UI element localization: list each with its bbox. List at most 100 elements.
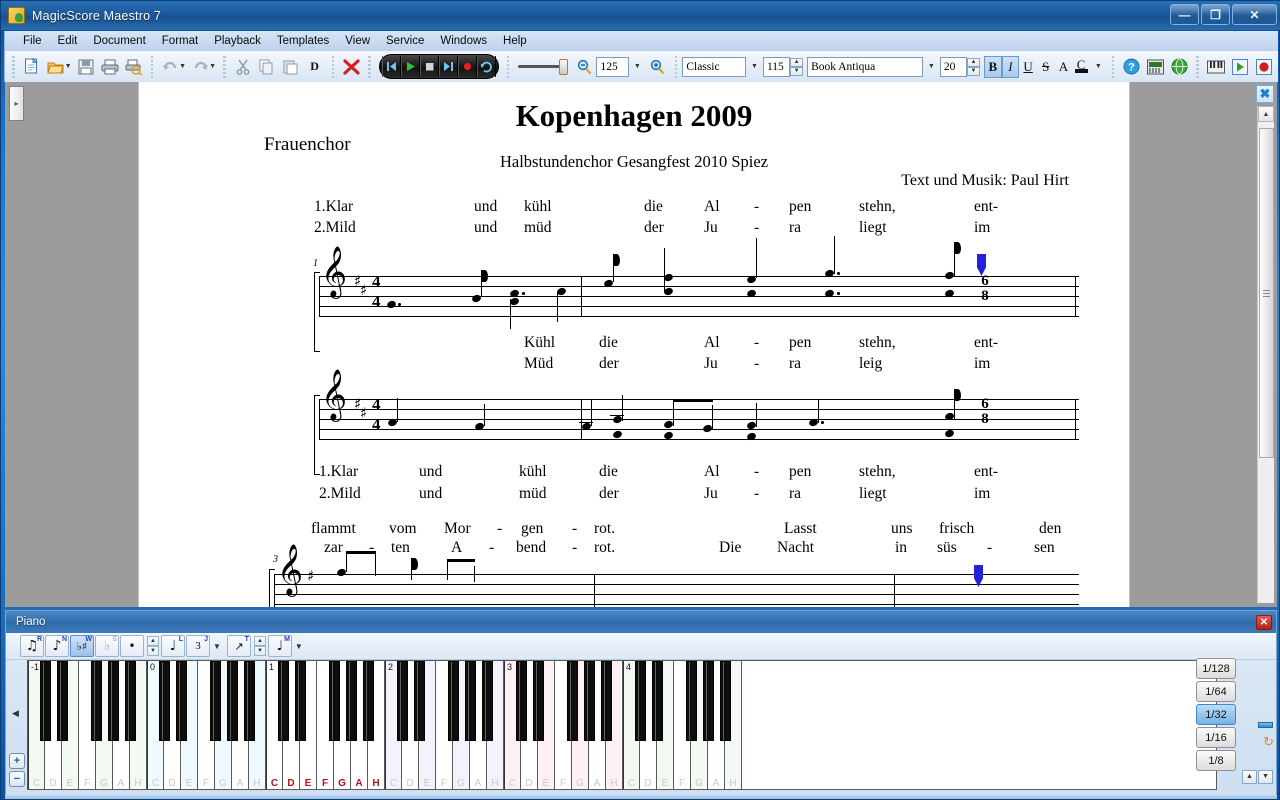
keyboard-scroll-up[interactable]: ▲ — [1242, 770, 1257, 784]
piano-key-black[interactable] — [329, 661, 340, 741]
duration-1-8-button[interactable]: 1/8 — [1196, 750, 1236, 771]
triplet-button[interactable]: 3 J — [186, 635, 210, 657]
piano-key-black[interactable] — [227, 661, 238, 741]
zoom-dropdown-arrow[interactable]: ▼ — [634, 63, 641, 70]
document-close-icon[interactable]: ✖ — [1256, 85, 1274, 103]
font-size-up[interactable]: ▲ — [967, 58, 980, 67]
dot-spinner[interactable]: ▲ ▼ — [147, 636, 159, 656]
duration-1-128-button[interactable]: 1/128 — [1196, 658, 1236, 679]
zoom-slider[interactable] — [518, 59, 568, 75]
print-icon[interactable] — [99, 54, 121, 79]
mixer-icon[interactable] — [1144, 54, 1166, 79]
staff-1[interactable] — [319, 276, 1079, 318]
zoom-out-icon[interactable] — [573, 54, 595, 79]
piano-key-black[interactable] — [295, 661, 306, 741]
font-color-dropdown-arrow[interactable]: ▼ — [1095, 63, 1102, 70]
tie-button[interactable]: ♩ L — [161, 635, 185, 657]
keyboard-zoom-in-button[interactable]: + — [9, 753, 25, 769]
duration-1-64-button[interactable]: 1/64 — [1196, 681, 1236, 702]
staff-3[interactable] — [274, 574, 1079, 607]
triplet-dropdown-arrow[interactable]: ▼ — [213, 642, 221, 651]
piano-key-black[interactable] — [635, 661, 646, 741]
style-size-down[interactable]: ▼ — [790, 67, 803, 76]
font-color-button[interactable]: C — [1072, 56, 1090, 78]
font-size-spinner[interactable]: ▲ ▼ — [967, 58, 980, 76]
redo-icon[interactable] — [189, 54, 211, 79]
help-icon[interactable]: ? — [1120, 54, 1142, 79]
accidental-button[interactable]: ♭♯ W — [70, 635, 94, 657]
piano-key-black[interactable] — [533, 661, 544, 741]
score-credit[interactable]: Text und Musik: Paul Hirt — [901, 172, 1069, 190]
font-effects-button[interactable]: A — [1055, 56, 1073, 78]
strikethrough-button[interactable]: S — [1037, 56, 1055, 78]
piano-key-black[interactable] — [584, 661, 595, 741]
slur-spin-down[interactable]: ▼ — [254, 646, 266, 656]
piano-panel-close-icon[interactable]: ✕ — [1256, 615, 1272, 630]
menu-edit[interactable]: Edit — [50, 33, 86, 49]
piano-key-black[interactable] — [40, 661, 51, 741]
piano-key-black[interactable] — [91, 661, 102, 741]
measure-dropdown-arrow[interactable]: ▼ — [295, 642, 303, 651]
new-document-icon[interactable] — [21, 54, 43, 79]
keyboard-zoom-out-button[interactable]: − — [9, 771, 25, 787]
piano-key-black[interactable] — [210, 661, 221, 741]
paste-icon[interactable] — [280, 54, 302, 79]
scroll-up-button[interactable]: ▲ — [1258, 106, 1274, 122]
go-to-start-icon[interactable] — [382, 56, 401, 77]
piano-key-black[interactable] — [686, 661, 697, 741]
menu-playback[interactable]: Playback — [206, 33, 269, 49]
minimize-button[interactable]: — — [1170, 4, 1199, 25]
piano-key-black[interactable] — [363, 661, 374, 741]
piano-key-black[interactable] — [414, 661, 425, 741]
piano-key-black[interactable] — [720, 661, 731, 741]
piano-keyboard[interactable]: C-1DEFGAHC0DEFGAHC1DEFGAHC2DEFGAHC3DEFGA… — [27, 660, 1217, 790]
stop-icon[interactable] — [420, 56, 439, 77]
style-dropdown-arrow[interactable]: ▼ — [751, 63, 758, 70]
document-vertical-scrollbar[interactable]: ▲ — [1257, 106, 1274, 603]
internet-icon[interactable] — [1168, 54, 1190, 79]
keyboard-scroll-down[interactable]: ▼ — [1258, 770, 1273, 784]
style-size-spinner[interactable]: ▲ ▼ — [790, 58, 803, 76]
scroll-thumb[interactable] — [1259, 128, 1274, 458]
piano-key-black[interactable] — [465, 661, 476, 741]
piano-key-black[interactable] — [346, 661, 357, 741]
piano-key-black[interactable] — [278, 661, 289, 741]
measure-button[interactable]: ♩ M — [268, 635, 292, 657]
document-area[interactable]: ▸ ✖ ▲ Kopenhagen 2009 Frauenchor Halbstu… — [5, 82, 1277, 607]
piano-key-black[interactable] — [125, 661, 136, 741]
style-size-up[interactable]: ▲ — [790, 58, 803, 67]
score-title[interactable]: Kopenhagen 2009 — [139, 98, 1129, 134]
menu-view[interactable]: View — [337, 33, 378, 49]
maximize-button[interactable]: ❐ — [1201, 4, 1230, 25]
keyboard-collapse-icon[interactable]: ◀ — [12, 708, 19, 719]
style-select[interactable]: Classic — [682, 57, 746, 77]
bold-button[interactable]: B — [984, 56, 1002, 78]
zoom-slider-thumb[interactable] — [559, 59, 568, 75]
piano-key-black[interactable] — [482, 661, 493, 741]
piano-key-black[interactable] — [703, 661, 714, 741]
slur-button[interactable]: ↗ T — [227, 635, 251, 657]
note-button[interactable]: ♪ N — [45, 635, 69, 657]
piano-key-black[interactable] — [516, 661, 527, 741]
score-page[interactable]: Kopenhagen 2009 Frauenchor Halbstundench… — [138, 82, 1130, 607]
keyboard-loop-icon[interactable]: ↻ — [1263, 734, 1274, 750]
menu-windows[interactable]: Windows — [432, 33, 495, 49]
style-size-input[interactable]: 115 — [763, 57, 790, 77]
go-to-end-icon[interactable] — [439, 56, 458, 77]
close-button[interactable]: ✕ — [1232, 4, 1277, 25]
duplicate-button[interactable]: D — [304, 54, 326, 79]
italic-button[interactable]: I — [1002, 56, 1020, 78]
menu-file[interactable]: File — [15, 33, 50, 49]
delete-icon[interactable] — [340, 54, 362, 79]
piano-key-black[interactable] — [108, 661, 119, 741]
underline-button[interactable]: U — [1019, 56, 1037, 78]
piano-key-black[interactable] — [652, 661, 663, 741]
font-family-select[interactable]: Book Antiqua — [807, 57, 923, 77]
left-panel-expander[interactable]: ▸ — [9, 86, 24, 121]
play-green-icon[interactable] — [1229, 54, 1251, 79]
duration-1-16-button[interactable]: 1/16 — [1196, 727, 1236, 748]
menu-help[interactable]: Help — [495, 33, 535, 49]
font-size-down[interactable]: ▼ — [967, 67, 980, 76]
slur-spin-up[interactable]: ▲ — [254, 636, 266, 646]
play-icon[interactable] — [401, 56, 420, 77]
